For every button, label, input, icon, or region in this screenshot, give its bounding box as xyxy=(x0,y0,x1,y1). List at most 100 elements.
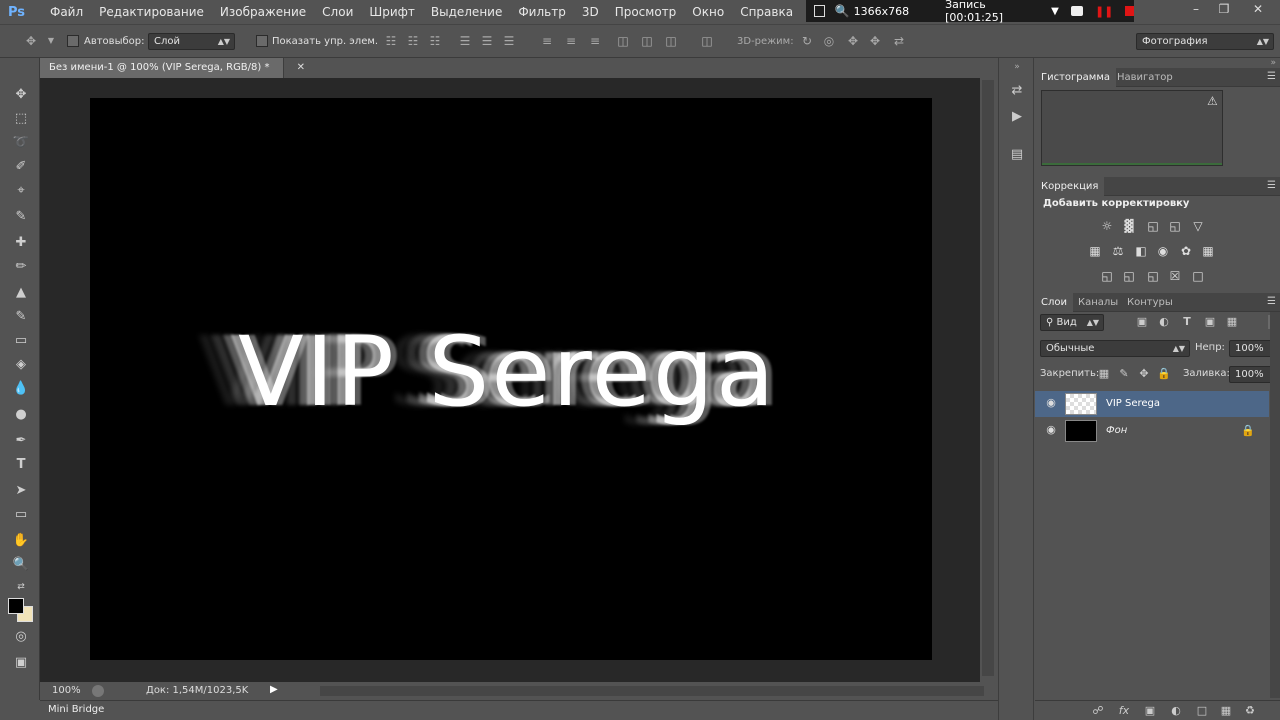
3d-drag-icon[interactable]: ✥ xyxy=(846,34,860,48)
lock-all-icon[interactable]: 🔒 xyxy=(1157,367,1171,381)
autoselect-select[interactable]: Слой ▲▼ xyxy=(148,33,235,50)
lock-position-icon[interactable]: ✥ xyxy=(1137,367,1151,381)
workspace-select[interactable]: Фотография ▲▼ xyxy=(1136,33,1274,50)
add-mask-icon[interactable]: ▣ xyxy=(1143,704,1157,718)
panel-menu-icon[interactable]: ☰ xyxy=(1267,180,1276,191)
layer-style-icon[interactable]: fx xyxy=(1117,704,1131,718)
maximize-button[interactable]: ❐ xyxy=(1210,2,1238,20)
photo-filter-icon[interactable]: ◉ xyxy=(1155,244,1171,258)
pen-icon[interactable]: ✒ xyxy=(11,432,31,450)
align-left-icon[interactable]: ☰ xyxy=(458,34,472,48)
tab-adjustments[interactable]: Коррекция xyxy=(1035,177,1105,196)
distribute-vcenter-icon[interactable]: ≡ xyxy=(564,34,578,48)
filter-pixel-icon[interactable]: ▣ xyxy=(1135,315,1149,329)
dropdown-icon[interactable]: ▼ xyxy=(1051,6,1059,17)
layer-row-background[interactable]: ◉ Фон 🔒 xyxy=(1035,418,1269,444)
path-selection-icon[interactable]: ➤ xyxy=(11,482,31,500)
mini-bridge-bar[interactable]: Mini Bridge xyxy=(40,700,998,720)
curves-icon[interactable]: ◱ xyxy=(1145,219,1161,233)
auto-align-icon[interactable]: ◫ xyxy=(700,34,714,48)
warning-icon[interactable]: ⚠ xyxy=(1207,94,1218,108)
invert-icon[interactable]: ◱ xyxy=(1099,269,1115,283)
tab-histogram[interactable]: Гистограмма xyxy=(1035,68,1116,87)
new-layer-icon[interactable]: ▦ xyxy=(1219,704,1233,718)
align-top-icon[interactable]: ☷ xyxy=(384,34,398,48)
move-tool-preset-icon[interactable]: ✥ xyxy=(24,34,38,48)
align-bottom-icon[interactable]: ☷ xyxy=(428,34,442,48)
eye-icon[interactable]: ◉ xyxy=(1045,424,1057,436)
region-icon[interactable] xyxy=(814,5,825,17)
panel-menu-icon[interactable]: ☰ xyxy=(1267,71,1276,82)
type-icon[interactable]: T xyxy=(11,456,31,474)
lock-image-icon[interactable]: ✎ xyxy=(1117,367,1131,381)
exposure-icon[interactable]: ◱ xyxy=(1167,219,1183,233)
posterize-icon[interactable]: ◱ xyxy=(1121,269,1137,283)
filter-adjustment-icon[interactable]: ◐ xyxy=(1157,315,1171,329)
tab-layers[interactable]: Слои xyxy=(1035,293,1073,312)
menu-help[interactable]: Справка xyxy=(732,0,801,24)
collapse-panels-icon[interactable]: » xyxy=(1270,58,1276,68)
brush-icon[interactable]: ✏ xyxy=(11,258,31,276)
color-balance-icon[interactable]: ⚖ xyxy=(1110,244,1126,258)
rectangle-shape-icon[interactable]: ▭ xyxy=(11,506,31,524)
distribute-bottom-icon[interactable]: ≡ xyxy=(588,34,602,48)
tool-presets-icon[interactable]: ▤ xyxy=(1008,146,1026,164)
stop-icon[interactable] xyxy=(1125,6,1135,16)
black-white-icon[interactable]: ◧ xyxy=(1133,244,1149,258)
camera-icon[interactable] xyxy=(1070,6,1083,16)
menu-select[interactable]: Выделение xyxy=(423,0,510,24)
foreground-color-swatch[interactable] xyxy=(8,598,24,614)
status-info-icon[interactable] xyxy=(92,685,104,697)
minimize-button[interactable]: – xyxy=(1182,2,1210,20)
layer-name[interactable]: Фон xyxy=(1106,425,1127,436)
3d-rotate-icon[interactable]: ↻ xyxy=(800,34,814,48)
screen-mode-icon[interactable]: ▣ xyxy=(11,654,31,672)
3d-roll-icon[interactable]: ◎ xyxy=(822,34,836,48)
layer-row-vip-serega[interactable]: ◉ VIP Serega xyxy=(1035,391,1269,417)
zoom-icon[interactable]: 🔍 xyxy=(11,556,31,574)
filter-shape-icon[interactable]: ▣ xyxy=(1203,315,1217,329)
marquee-icon[interactable]: ⬚ xyxy=(11,110,31,128)
adjustment-layer-icon[interactable]: ◐ xyxy=(1169,704,1183,718)
menu-file[interactable]: Файл xyxy=(42,0,91,24)
color-lookup-icon[interactable]: ▦ xyxy=(1200,244,1216,258)
3d-scale-icon[interactable]: ⇄ xyxy=(892,34,906,48)
collapse-dock-icon[interactable]: » xyxy=(1008,58,1026,76)
quick-select-icon[interactable]: ✐ xyxy=(11,158,31,176)
tab-paths[interactable]: Контуры xyxy=(1121,293,1179,312)
history-brush-icon[interactable]: ✎ xyxy=(11,308,31,326)
distribute-hcenter-icon[interactable]: ◫ xyxy=(640,34,654,48)
align-vcenter-icon[interactable]: ☷ xyxy=(406,34,420,48)
vertical-scrollbar[interactable] xyxy=(982,80,994,676)
menu-layers[interactable]: Слои xyxy=(314,0,361,24)
delete-layer-icon[interactable]: ♻ xyxy=(1243,704,1257,718)
layers-scrollbar[interactable] xyxy=(1270,312,1280,698)
vibrance-icon[interactable]: ▽ xyxy=(1190,219,1206,233)
new-group-icon[interactable]: □ xyxy=(1195,704,1209,718)
swap-colors-icon[interactable]: ⇄ xyxy=(11,578,31,596)
layer-filter-select[interactable]: ⚲ Вид ▲▼ xyxy=(1040,314,1104,331)
crop-icon[interactable]: ⌖ xyxy=(11,182,31,200)
panel-menu-icon[interactable]: ☰ xyxy=(1267,296,1276,307)
preset-dropdown-icon[interactable]: ▼ xyxy=(44,34,58,48)
brightness-icon[interactable]: ☼ xyxy=(1099,219,1115,233)
horizontal-scrollbar[interactable] xyxy=(320,686,984,696)
status-menu-arrow-icon[interactable]: ▶ xyxy=(270,684,278,695)
distribute-top-icon[interactable]: ≡ xyxy=(540,34,554,48)
menu-view[interactable]: Просмотр xyxy=(607,0,685,24)
channel-mixer-icon[interactable]: ✿ xyxy=(1178,244,1194,258)
dodge-icon[interactable]: ● xyxy=(11,406,31,424)
tab-channels[interactable]: Каналы xyxy=(1072,293,1124,312)
menu-edit[interactable]: Редактирование xyxy=(91,0,212,24)
selective-color-icon[interactable]: □ xyxy=(1190,269,1206,283)
3d-slide-icon[interactable]: ✥ xyxy=(868,34,882,48)
show-transform-checkbox[interactable] xyxy=(256,35,268,47)
blend-mode-select[interactable]: Обычные ▲▼ xyxy=(1040,340,1190,357)
menu-image[interactable]: Изображение xyxy=(212,0,314,24)
hand-icon[interactable]: ✋ xyxy=(11,532,31,550)
history-panel-icon[interactable]: ⇄ xyxy=(1008,82,1026,100)
eraser-icon[interactable]: ▭ xyxy=(11,332,31,350)
threshold-icon[interactable]: ◱ xyxy=(1145,269,1161,283)
actions-panel-icon[interactable]: ▶ xyxy=(1008,108,1026,126)
canvas[interactable]: VIP Serega xyxy=(90,98,932,660)
